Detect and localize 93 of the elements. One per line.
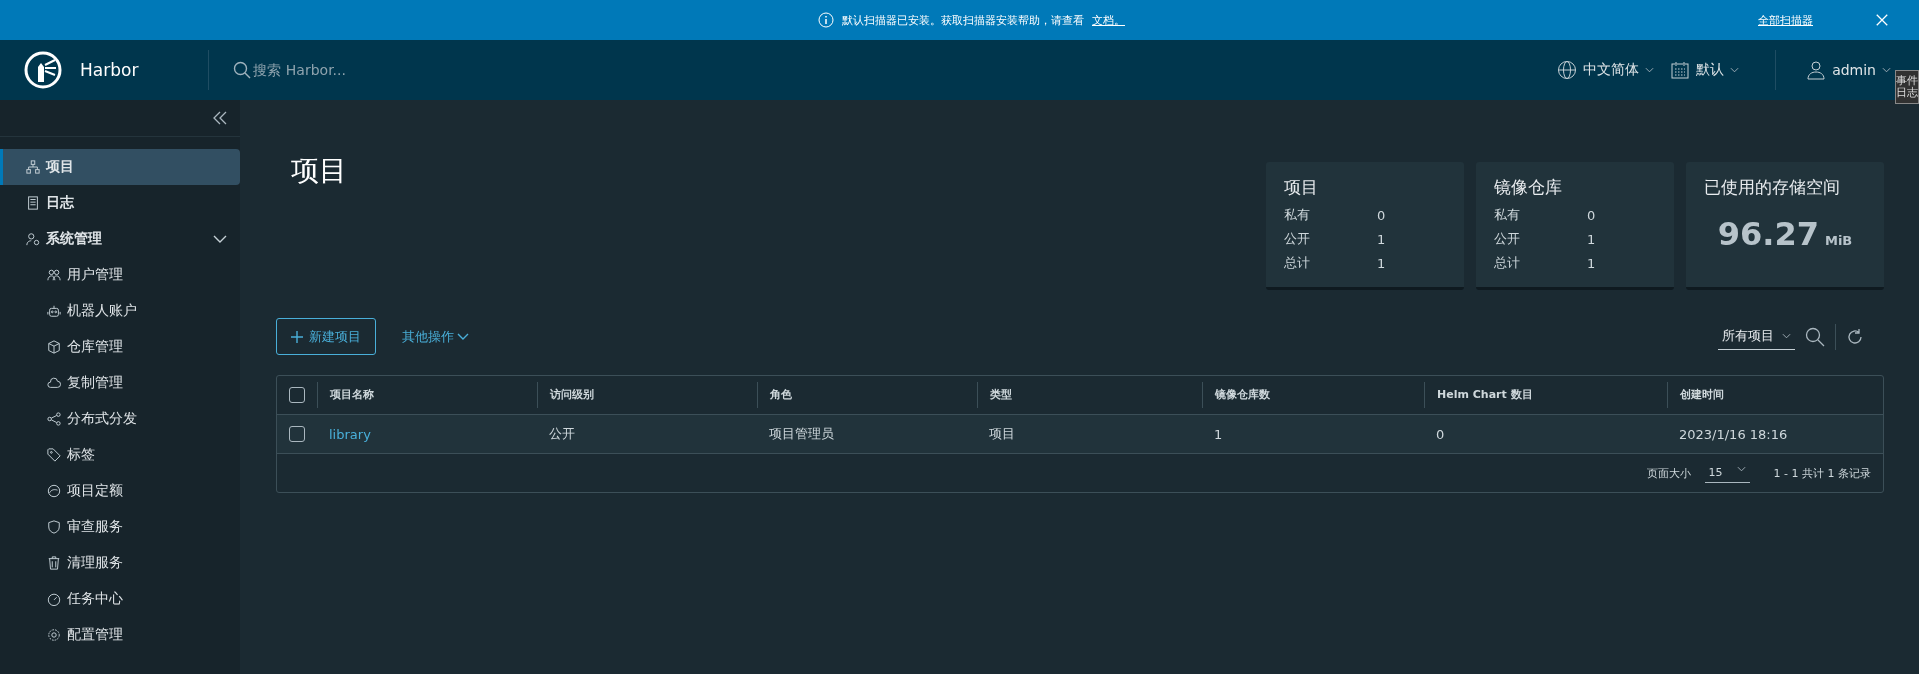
share-icon <box>47 412 61 426</box>
user-gear-icon <box>26 232 40 246</box>
page-size-label: 页面大小 <box>1646 465 1691 481</box>
column-header[interactable]: 创建时间 <box>1667 382 1883 408</box>
project-filter-dropdown[interactable]: 所有项目 <box>1718 323 1795 350</box>
column-header[interactable]: Helm Chart 数目 <box>1424 382 1667 408</box>
stat-value: 1 <box>1377 255 1386 271</box>
all-scanners-link[interactable]: 全部扫描器 <box>1758 12 1813 28</box>
page-title: 项目 <box>291 153 347 189</box>
caret-icon <box>1736 466 1746 472</box>
collapse-icon[interactable] <box>212 110 228 126</box>
user-icon <box>1806 60 1827 80</box>
project-link[interactable]: library <box>329 426 371 442</box>
gauge-icon <box>47 484 61 498</box>
table-cell-text: 公开 <box>548 425 576 443</box>
shield-icon <box>47 520 61 534</box>
calendar-icon <box>1670 60 1691 80</box>
docs-link[interactable]: 文档。 <box>1092 12 1125 28</box>
robot-icon <box>47 304 61 318</box>
search-icon[interactable] <box>1805 326 1825 347</box>
caret-icon <box>1730 67 1740 73</box>
stat-value: 1 <box>1587 231 1596 247</box>
table-cell-text: 项目 <box>988 425 1016 443</box>
user-menu[interactable]: admin <box>1806 60 1891 80</box>
search-field[interactable]: 搜索 Harbor... <box>253 62 454 78</box>
stat-label: 私有 <box>1284 206 1311 224</box>
card-title: 项目 <box>1284 176 1319 199</box>
users-icon <box>47 268 61 282</box>
caret-icon <box>1882 67 1891 73</box>
sidebar-item[interactable]: 配置管理 <box>0 617 240 653</box>
sidebar-item[interactable]: 标签 <box>0 437 240 473</box>
tag-icon <box>47 448 61 462</box>
table-cell-text: 2023/1/16 18:16 <box>1678 426 1789 442</box>
trash-icon <box>47 556 61 570</box>
table-cell-text: 1 <box>1213 426 1224 442</box>
stat-label: 公开 <box>1284 230 1311 248</box>
stat-value: 0 <box>1377 207 1386 223</box>
stat-value: 0 <box>1587 207 1596 223</box>
more-actions-dropdown[interactable]: 其他操作 <box>402 327 469 346</box>
stat-value: 1 <box>1587 255 1596 271</box>
stat-label: 公开 <box>1494 230 1521 248</box>
sidebar-item[interactable]: 项目 <box>0 149 240 185</box>
plus-icon <box>291 330 303 343</box>
stat-value: 1 <box>1377 231 1386 247</box>
banner-message: 默认扫描器已安装。获取扫描器安装帮助，请查看 <box>842 12 1084 28</box>
lighthouse-logo-icon <box>23 50 63 90</box>
stat-label: 总计 <box>1284 254 1311 272</box>
theme-dropdown[interactable]: 默认 <box>1670 60 1740 80</box>
brand-name: Harbor <box>80 60 139 80</box>
hierarchy-icon <box>26 160 40 174</box>
select-all-checkbox[interactable] <box>289 387 305 403</box>
search-icon <box>233 61 252 79</box>
row-checkbox[interactable] <box>289 426 305 442</box>
sidebar-item[interactable]: 复制管理 <box>0 365 240 401</box>
stat-label: 私有 <box>1494 206 1521 224</box>
column-header[interactable]: 镜像仓库数 <box>1202 382 1424 408</box>
sidebar-item[interactable]: 系统管理 <box>0 221 240 257</box>
globe-icon <box>1557 60 1578 80</box>
cloud-icon <box>47 376 61 390</box>
column-header[interactable]: 角色 <box>757 382 977 408</box>
card-title: 已使用的存储空间 <box>1704 176 1841 199</box>
stat-label: 总计 <box>1494 254 1521 272</box>
caret-icon <box>1645 67 1655 73</box>
sidebar-item[interactable]: 仓库管理 <box>0 329 240 365</box>
settings-icon <box>47 628 61 642</box>
document-icon <box>26 196 40 210</box>
refresh-icon[interactable] <box>1846 327 1864 346</box>
sidebar-item[interactable]: 审查服务 <box>0 509 240 545</box>
sidebar-item[interactable]: 任务中心 <box>0 581 240 617</box>
card-title: 镜像仓库 <box>1494 176 1563 199</box>
caret-icon <box>1782 333 1791 339</box>
storage-unit: MiB <box>1824 233 1853 248</box>
sidebar-item[interactable]: 用户管理 <box>0 257 240 293</box>
language-dropdown[interactable]: 中文简体 <box>1557 60 1655 80</box>
storage-value: 96.27 <box>1717 215 1819 253</box>
event-log-tab[interactable]: 事件日志 <box>1895 70 1919 105</box>
sidebar-item[interactable]: 日志 <box>0 185 240 221</box>
record-summary: 1 - 1 共计 1 条记录 <box>1773 465 1871 481</box>
speedometer-icon <box>47 592 61 606</box>
sidebar-item[interactable]: 清理服务 <box>0 545 240 581</box>
sidebar-item[interactable]: 分布式分发 <box>0 401 240 437</box>
info-icon <box>818 12 834 28</box>
page-size-select[interactable]: 15 <box>1704 463 1750 483</box>
cube-icon <box>47 340 61 354</box>
sidebar-item[interactable]: 机器人账户 <box>0 293 240 329</box>
table-cell-text: 项目管理员 <box>768 425 835 443</box>
column-header[interactable]: 类型 <box>977 382 1202 408</box>
new-project-button[interactable]: 新建项目 <box>276 318 376 355</box>
column-header[interactable]: 访问级别 <box>537 382 757 408</box>
table-cell-text: 0 <box>1435 426 1446 442</box>
sidebar-item[interactable]: 项目定额 <box>0 473 240 509</box>
column-header[interactable]: 项目名称 <box>317 382 537 408</box>
close-icon[interactable] <box>1875 13 1889 27</box>
